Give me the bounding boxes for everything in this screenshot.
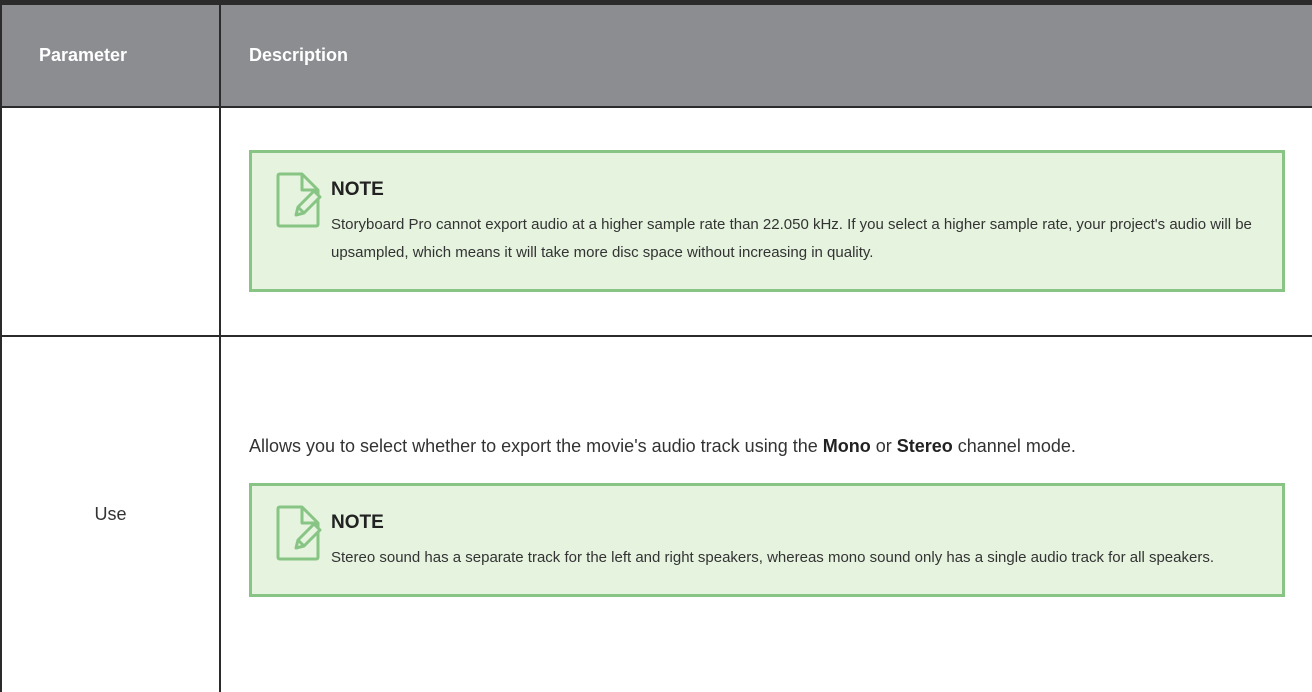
parameter-table: Parameter Description NOTE Storyboard Pr… <box>0 0 1312 692</box>
note-text: Storyboard Pro cannot export audio at a … <box>331 216 1252 261</box>
note-title: NOTE <box>331 179 384 200</box>
parameter-cell: Use <box>0 335 221 692</box>
stereo-keyword: Stereo <box>896 436 953 456</box>
description-cell: Allows you to select whether to export t… <box>219 335 1312 692</box>
table-row: Use Allows you to select whether to expo… <box>0 335 1312 692</box>
parameter-cell <box>0 106 221 337</box>
note-box: NOTE Storyboard Pro cannot export audio … <box>249 150 1285 292</box>
note-title: NOTE <box>331 512 384 533</box>
description-text: Allows you to select whether to export t… <box>249 436 1076 456</box>
parameter-column-header: Parameter <box>0 0 221 108</box>
note-pencil-icon <box>276 172 322 228</box>
note-text: Stereo sound has a separate track for th… <box>331 549 1215 566</box>
mono-keyword: Mono <box>822 436 871 456</box>
table-row: NOTE Storyboard Pro cannot export audio … <box>0 106 1312 337</box>
description-cell: NOTE Storyboard Pro cannot export audio … <box>219 106 1312 337</box>
note-box: NOTE Stereo sound has a separate track f… <box>249 483 1285 597</box>
note-pencil-icon <box>276 505 322 561</box>
table-header-row: Parameter Description <box>0 0 1312 108</box>
description-column-header: Description <box>219 0 1312 108</box>
